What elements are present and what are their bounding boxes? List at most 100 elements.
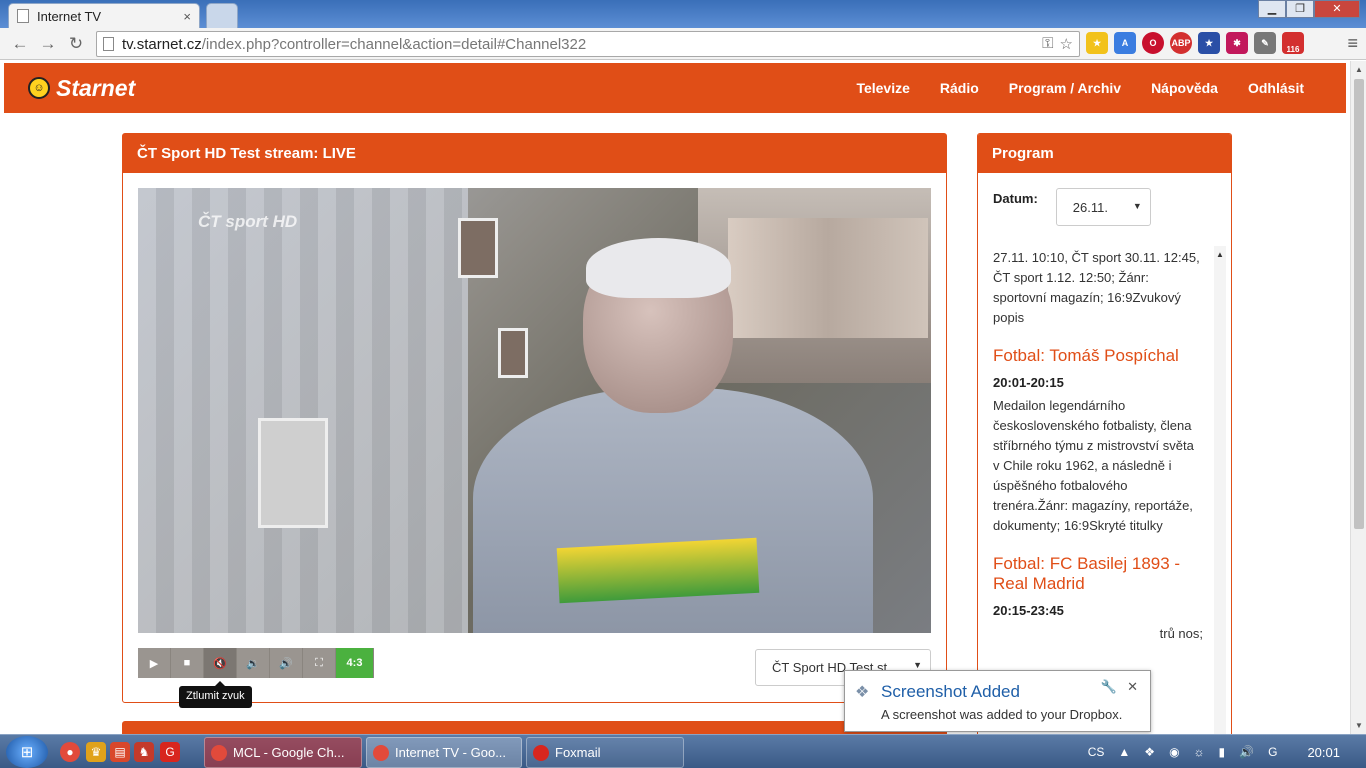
extension-bar: ★ A O ABP ★ ✱ ✎ 116 <box>1086 32 1304 54</box>
translate-extension-icon[interactable]: A <box>1114 32 1136 54</box>
date-row: Datum: 26.11. ▼ <box>993 188 1151 226</box>
dropbox-tray-icon[interactable]: ❖ <box>1144 745 1155 759</box>
nav-televize[interactable]: Televize <box>856 80 909 96</box>
foxmail-icon <box>533 744 549 761</box>
nav-program-archiv[interactable]: Program / Archiv <box>1009 80 1121 96</box>
taskbar-item-internet-tv[interactable]: Internet TV - Goo... <box>366 737 522 768</box>
main-nav: Televize Rádio Program / Archiv Nápověda… <box>856 63 1304 113</box>
taskbar-item-foxmail[interactable]: Foxmail <box>526 737 684 768</box>
start-button[interactable]: ⊞ <box>6 736 48 768</box>
tab-title: Internet TV <box>37 8 102 24</box>
foxmail-pinned-icon[interactable]: G <box>160 742 180 762</box>
program-title: Program <box>978 134 1231 173</box>
foxmail-tray-icon[interactable]: G <box>1268 745 1277 759</box>
app-tray-icon[interactable]: ◉ <box>1169 745 1179 759</box>
address-bar[interactable]: tv.starnet.cz/index.php?controller=chann… <box>96 31 1080 57</box>
chevron-down-icon: ▼ <box>913 660 922 670</box>
chrome-menu-icon[interactable]: ≡ <box>1347 33 1358 54</box>
pencil-extension-icon[interactable]: ✎ <box>1254 32 1276 54</box>
video-frame-photo <box>498 328 528 378</box>
video-person-hair <box>586 238 731 298</box>
volume-tray-icon[interactable]: 🔊 <box>1239 745 1254 759</box>
player-panel: ČT Sport HD Test stream: LIVE ČT sport H… <box>122 133 947 708</box>
system-tray: CS ▲ ❖ ◉ ☼ ▮ 🔊 G 20:01 <box>1074 735 1366 768</box>
brightness-tray-icon[interactable]: ☼ <box>1194 745 1205 759</box>
language-indicator[interactable]: CS <box>1088 745 1105 759</box>
crown-pinned-icon[interactable]: ♛ <box>86 742 106 762</box>
minimize-icon[interactable]: ▁ <box>1258 0 1286 18</box>
browser-tab-internet-tv[interactable]: Internet TV × <box>8 3 200 28</box>
aspect-ratio-button[interactable]: 4:3 <box>336 648 374 678</box>
date-label: Datum: <box>993 191 1038 206</box>
favorites-extension-icon[interactable]: ★ <box>1198 32 1220 54</box>
nav-odhlasit[interactable]: Odhlásit <box>1248 80 1304 96</box>
video-frame-photo <box>458 218 498 278</box>
taskbar-item-label: Internet TV - Goo... <box>395 745 507 760</box>
video-frame-photo <box>258 418 328 528</box>
starnet-logo[interactable]: ☺ Starnet <box>28 75 135 102</box>
scrollbar-thumb[interactable] <box>1354 79 1364 529</box>
nav-radio[interactable]: Rádio <box>940 80 979 96</box>
date-select-value: 26.11. <box>1072 200 1108 215</box>
ct-sport-watermark: ČT sport HD <box>198 212 298 231</box>
fullscreen-icon[interactable]: ⛶ <box>303 648 336 678</box>
key-icon[interactable]: ⚿ <box>1042 35 1053 53</box>
restore-icon[interactable]: ❐ <box>1286 0 1314 18</box>
bookmark-star-icon[interactable]: ☆ <box>1060 35 1073 53</box>
back-icon[interactable]: ← <box>6 34 34 54</box>
opera-extension-icon[interactable]: O <box>1142 32 1164 54</box>
page-icon <box>17 9 29 23</box>
page-scrollbar[interactable]: ▲ ▼ <box>1350 61 1366 734</box>
mute-tooltip: Ztlumit zvuk <box>179 681 252 708</box>
wrench-icon[interactable]: 🔧 <box>1101 679 1117 695</box>
smiley-logo-icon: ☺ <box>28 77 50 99</box>
nav-napoveda[interactable]: Nápověda <box>1151 80 1218 96</box>
logo-text: Starnet <box>56 74 136 101</box>
close-window-icon[interactable]: ✕ <box>1314 0 1360 18</box>
taskbar-item-label: Foxmail <box>555 745 601 760</box>
lastpass-extension-icon[interactable]: ✱ <box>1226 32 1248 54</box>
video-background <box>138 188 468 633</box>
second-panel-header <box>122 721 947 734</box>
video-poster <box>728 218 928 338</box>
window-controls: ▁ ❐ ✕ <box>1258 0 1360 18</box>
clock[interactable]: 20:01 <box>1307 745 1340 760</box>
close-icon[interactable]: ✕ <box>1127 679 1138 695</box>
mail-counter-badge[interactable]: 116 <box>1282 32 1304 54</box>
taskbar-item-mcl[interactable]: MCL - Google Ch... <box>204 737 362 768</box>
program-item-title[interactable]: Fotbal: Tomáš Pospíchal <box>993 346 1203 366</box>
video-player[interactable]: ČT sport HD <box>138 188 931 633</box>
volume-up-icon[interactable]: 🔊 <box>270 648 303 678</box>
video-shirt <box>556 537 760 604</box>
program-scrollbar[interactable]: ▲ <box>1214 246 1226 734</box>
play-icon[interactable]: ▶ <box>138 648 171 678</box>
url-host: tv.starnet.cz <box>122 35 202 53</box>
show-hidden-icons-icon[interactable]: ▲ <box>1118 745 1130 759</box>
program-item-desc: trů nos; <box>1159 626 1203 641</box>
mute-icon[interactable]: 🔇 <box>204 648 237 678</box>
game-pinned-icon[interactable]: ♞ <box>134 742 154 762</box>
notification-title: Screenshot Added <box>881 682 1020 701</box>
tab-close-icon[interactable]: × <box>183 9 191 24</box>
site-header: ☺ Starnet Televize Rádio Program / Archi… <box>4 63 1346 113</box>
star-extension-icon[interactable]: ★ <box>1086 32 1108 54</box>
chrome-icon <box>211 744 227 761</box>
stop-icon[interactable]: ■ <box>171 648 204 678</box>
scroll-down-icon[interactable]: ▼ <box>1355 721 1363 730</box>
app-pinned-icon[interactable]: ▤ <box>110 742 130 762</box>
volume-down-icon[interactable]: 🔉 <box>237 648 270 678</box>
adblock-plus-icon[interactable]: ABP <box>1170 32 1192 54</box>
chrome-pinned-icon[interactable]: ● <box>60 742 80 762</box>
reload-icon[interactable]: ↻ <box>62 34 90 54</box>
program-panel: Program Datum: 26.11. ▼ 27.11. 10:10, ČT… <box>977 133 1232 734</box>
new-tab-button[interactable] <box>206 3 238 28</box>
program-list: 27.11. 10:10, ČT sport 30.11. 12:45, ČT … <box>993 248 1203 644</box>
forward-icon[interactable]: → <box>34 34 62 54</box>
notification-body: A screenshot was added to your Dropbox. <box>881 707 1123 722</box>
date-select[interactable]: 26.11. ▼ <box>1055 188 1151 226</box>
scroll-up-icon[interactable]: ▲ <box>1216 250 1224 259</box>
network-tray-icon[interactable]: ▮ <box>1219 745 1226 759</box>
program-item-title[interactable]: Fotbal: FC Basilej 1893 - Real Madrid <box>993 554 1203 594</box>
scroll-up-icon[interactable]: ▲ <box>1355 65 1363 74</box>
dropbox-notification[interactable]: ❖ Screenshot Added A screenshot was adde… <box>844 670 1151 732</box>
